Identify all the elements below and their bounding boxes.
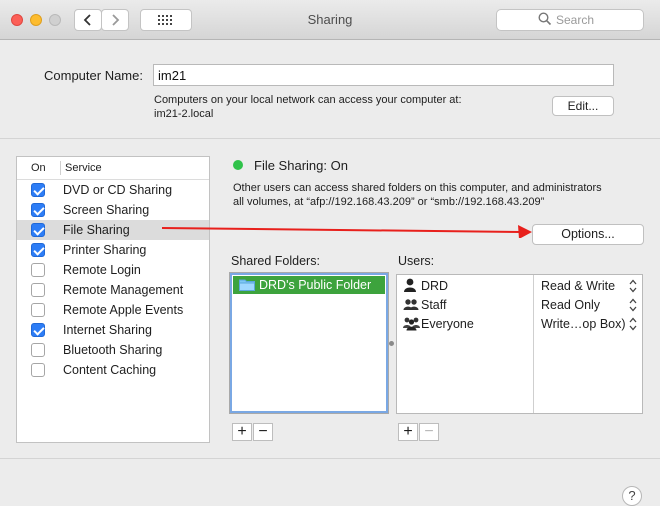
- shared-folder-name: DRD's Public Folder: [259, 278, 372, 292]
- up-down-arrows-icon[interactable]: [629, 317, 637, 331]
- splitter-handle[interactable]: [389, 341, 394, 346]
- service-checkbox[interactable]: [31, 263, 45, 277]
- close-window-button[interactable]: [11, 14, 23, 26]
- service-label: Bluetooth Sharing: [63, 343, 163, 357]
- user-row[interactable]: Everyone Write…op Box): [397, 315, 642, 334]
- service-row[interactable]: Content Caching: [17, 360, 209, 380]
- service-checkbox[interactable]: [31, 283, 45, 297]
- service-label: Internet Sharing: [63, 323, 152, 337]
- service-checkbox[interactable]: [31, 363, 45, 377]
- status-line-2: all volumes, at “afp://192.168.43.209” o…: [233, 196, 545, 208]
- service-label: Remote Login: [63, 263, 141, 277]
- service-checkbox[interactable]: [31, 243, 45, 257]
- up-down-arrows-icon[interactable]: [629, 279, 637, 293]
- search-placeholder: Search: [556, 13, 595, 27]
- permission-select[interactable]: Read & Write: [541, 279, 615, 293]
- service-status-description: Other users can access shared folders on…: [233, 181, 643, 209]
- status-line-1: Other users can access shared folders on…: [233, 182, 602, 194]
- service-row[interactable]: Bluetooth Sharing: [17, 340, 209, 360]
- service-row[interactable]: Remote Apple Events: [17, 300, 209, 320]
- service-row[interactable]: Printer Sharing: [17, 240, 209, 260]
- search-icon: [538, 12, 552, 26]
- service-checkbox[interactable]: [31, 323, 45, 337]
- computer-address-description: Computers on your local network can acce…: [154, 93, 462, 121]
- service-label: Remote Management: [63, 283, 184, 297]
- permission-select[interactable]: Write…op Box): [541, 317, 626, 331]
- computer-name-section: [0, 41, 660, 139]
- zoom-window-button[interactable]: [49, 14, 61, 26]
- remove-user-button[interactable]: −: [419, 423, 439, 441]
- permission-select[interactable]: Read Only: [541, 298, 600, 312]
- service-list-header: On Service: [17, 157, 209, 180]
- minimize-window-button[interactable]: [30, 14, 42, 26]
- shared-folder-item[interactable]: DRD's Public Folder: [233, 276, 385, 294]
- service-row[interactable]: Remote Login: [17, 260, 209, 280]
- on-column-header: On: [31, 162, 46, 174]
- service-row[interactable]: Remote Management: [17, 280, 209, 300]
- user-name: Everyone: [421, 317, 474, 331]
- remove-folder-button[interactable]: −: [253, 423, 273, 441]
- grid-icon: [158, 15, 172, 25]
- forward-button[interactable]: [101, 9, 129, 31]
- service-checkbox[interactable]: [31, 203, 45, 217]
- add-user-button[interactable]: +: [398, 423, 418, 441]
- edit-button[interactable]: Edit...: [552, 96, 614, 116]
- folder-icon: [239, 279, 255, 291]
- users-list[interactable]: DRD Read & Write Staff Read Only Everyon…: [396, 274, 643, 414]
- service-label: DVD or CD Sharing: [63, 183, 173, 197]
- service-checkbox[interactable]: [31, 343, 45, 357]
- service-row[interactable]: Internet Sharing: [17, 320, 209, 340]
- annotation-arrow-icon: [161, 225, 532, 238]
- user-row[interactable]: DRD Read & Write: [397, 277, 642, 296]
- service-checkbox[interactable]: [31, 223, 45, 237]
- user-row[interactable]: Staff Read Only: [397, 296, 642, 315]
- service-column-header: Service: [65, 162, 102, 174]
- user-name: DRD: [421, 279, 449, 293]
- bottom-divider: [0, 458, 660, 459]
- shared-folders-list[interactable]: DRD's Public Folder: [229, 272, 389, 414]
- service-label: Screen Sharing: [63, 203, 150, 217]
- service-checkbox[interactable]: [31, 303, 45, 317]
- up-down-arrows-icon[interactable]: [629, 298, 637, 312]
- status-indicator: [233, 160, 243, 170]
- show-all-button[interactable]: [140, 9, 192, 31]
- address-line-2: im21-2.local: [154, 108, 214, 120]
- column-divider: [60, 161, 61, 175]
- service-list[interactable]: On Service DVD or CD Sharing Screen Shari…: [16, 156, 210, 443]
- service-label: File Sharing: [63, 223, 130, 237]
- service-checkbox[interactable]: [31, 183, 45, 197]
- service-label: Printer Sharing: [63, 243, 147, 257]
- address-line-1: Computers on your local network can acce…: [154, 94, 462, 106]
- chevron-left-icon: [83, 14, 91, 26]
- chevron-right-icon: [112, 14, 120, 26]
- service-row[interactable]: DVD or CD Sharing: [17, 180, 209, 200]
- users-label: Users:: [398, 254, 435, 268]
- service-label: Remote Apple Events: [63, 303, 184, 317]
- help-button[interactable]: ?: [622, 486, 642, 506]
- user-name: Staff: [421, 298, 447, 312]
- options-button[interactable]: Options...: [532, 224, 644, 245]
- service-row[interactable]: Screen Sharing: [17, 200, 209, 220]
- single-user-icon: [404, 278, 416, 292]
- back-button[interactable]: [74, 9, 102, 31]
- shared-folders-label: Shared Folders:: [231, 254, 320, 268]
- computer-name-label: Computer Name:: [44, 68, 143, 83]
- group-icon: [403, 299, 419, 310]
- computer-name-field[interactable]: [153, 64, 614, 86]
- add-folder-button[interactable]: +: [232, 423, 252, 441]
- everyone-icon: [403, 317, 420, 331]
- service-label: Content Caching: [63, 363, 157, 377]
- service-status-title: File Sharing: On: [254, 158, 348, 173]
